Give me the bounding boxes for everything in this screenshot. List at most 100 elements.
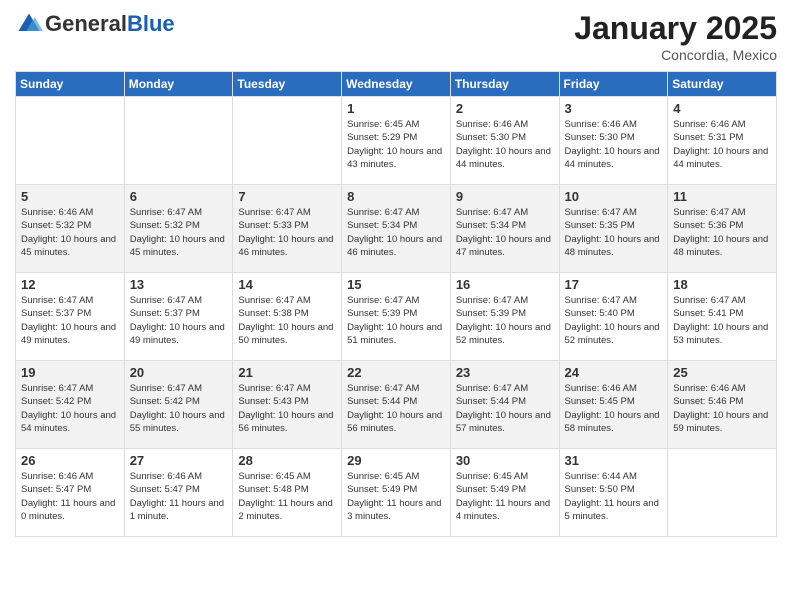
day-info: Sunrise: 6:46 AMSunset: 5:30 PMDaylight:… xyxy=(456,118,554,171)
day-number: 3 xyxy=(565,101,663,116)
day-number: 22 xyxy=(347,365,445,380)
day-number: 8 xyxy=(347,189,445,204)
day-number: 16 xyxy=(456,277,554,292)
day-cell: 21 Sunrise: 6:47 AMSunset: 5:43 PMDayligh… xyxy=(233,361,342,449)
day-cell: 30 Sunrise: 6:45 AMSunset: 5:49 PMDayligh… xyxy=(450,449,559,537)
day-number: 17 xyxy=(565,277,663,292)
day-number: 9 xyxy=(456,189,554,204)
day-number: 14 xyxy=(238,277,336,292)
weekday-header-monday: Monday xyxy=(124,72,233,97)
day-info: Sunrise: 6:44 AMSunset: 5:50 PMDaylight:… xyxy=(565,470,663,523)
day-number: 31 xyxy=(565,453,663,468)
day-number: 12 xyxy=(21,277,119,292)
day-number: 1 xyxy=(347,101,445,116)
week-row-4: 19 Sunrise: 6:47 AMSunset: 5:42 PMDayligh… xyxy=(16,361,777,449)
day-info: Sunrise: 6:45 AMSunset: 5:29 PMDaylight:… xyxy=(347,118,445,171)
day-cell: 11 Sunrise: 6:47 AMSunset: 5:36 PMDayligh… xyxy=(668,185,777,273)
week-row-2: 5 Sunrise: 6:46 AMSunset: 5:32 PMDaylight… xyxy=(16,185,777,273)
day-number: 18 xyxy=(673,277,771,292)
day-cell: 14Sunrise: 6:47 AMSunset: 5:38 PMDayligh… xyxy=(233,273,342,361)
day-info: Sunrise: 6:46 AMSunset: 5:47 PMDaylight:… xyxy=(130,470,228,523)
weekday-header-row: SundayMondayTuesdayWednesdayThursdayFrid… xyxy=(16,72,777,97)
day-cell: 26 Sunrise: 6:46 AMSunset: 5:47 PMDayligh… xyxy=(16,449,125,537)
day-info: Sunrise: 6:46 AMSunset: 5:31 PMDaylight:… xyxy=(673,118,771,171)
location: Concordia, Mexico xyxy=(574,47,777,63)
weekday-header-saturday: Saturday xyxy=(668,72,777,97)
day-cell: 4 Sunrise: 6:46 AMSunset: 5:31 PMDaylight… xyxy=(668,97,777,185)
day-cell: 27 Sunrise: 6:46 AMSunset: 5:47 PMDayligh… xyxy=(124,449,233,537)
day-cell: 2 Sunrise: 6:46 AMSunset: 5:30 PMDaylight… xyxy=(450,97,559,185)
day-info: Sunrise: 6:47 AMSunset: 5:44 PMDaylight:… xyxy=(456,382,554,435)
day-number: 5 xyxy=(21,189,119,204)
day-info: Sunrise: 6:47 AMSunset: 5:37 PMDaylight:… xyxy=(21,294,119,347)
day-info: Sunrise: 6:47 AMSunset: 5:42 PMDaylight:… xyxy=(21,382,119,435)
day-number: 13 xyxy=(130,277,228,292)
day-cell: 9Sunrise: 6:47 AMSunset: 5:34 PMDaylight… xyxy=(450,185,559,273)
day-cell: 13Sunrise: 6:47 AMSunset: 5:37 PMDayligh… xyxy=(124,273,233,361)
day-info: Sunrise: 6:47 AMSunset: 5:39 PMDaylight:… xyxy=(347,294,445,347)
day-cell: 17 Sunrise: 6:47 AMSunset: 5:40 PMDayligh… xyxy=(559,273,668,361)
day-info: Sunrise: 6:46 AMSunset: 5:47 PMDaylight:… xyxy=(21,470,119,523)
day-cell xyxy=(233,97,342,185)
day-number: 7 xyxy=(238,189,336,204)
day-cell xyxy=(124,97,233,185)
day-cell: 16 Sunrise: 6:47 AMSunset: 5:39 PMDayligh… xyxy=(450,273,559,361)
title-block: January 2025 Concordia, Mexico xyxy=(574,10,777,63)
day-cell: 29 Sunrise: 6:45 AMSunset: 5:49 PMDayligh… xyxy=(342,449,451,537)
day-cell xyxy=(668,449,777,537)
day-cell xyxy=(16,97,125,185)
day-info: Sunrise: 6:45 AMSunset: 5:49 PMDaylight:… xyxy=(456,470,554,523)
weekday-header-sunday: Sunday xyxy=(16,72,125,97)
weekday-header-friday: Friday xyxy=(559,72,668,97)
day-cell: 18Sunrise: 6:47 AMSunset: 5:41 PMDayligh… xyxy=(668,273,777,361)
day-cell: 12 Sunrise: 6:47 AMSunset: 5:37 PMDayligh… xyxy=(16,273,125,361)
day-info: Sunrise: 6:47 AMSunset: 5:42 PMDaylight:… xyxy=(130,382,228,435)
day-cell: 28 Sunrise: 6:45 AMSunset: 5:48 PMDayligh… xyxy=(233,449,342,537)
page-header: GeneralBlue January 2025 Concordia, Mexi… xyxy=(15,10,777,63)
day-cell: 10Sunrise: 6:47 AMSunset: 5:35 PMDayligh… xyxy=(559,185,668,273)
day-cell: 25 Sunrise: 6:46 AMSunset: 5:46 PMDayligh… xyxy=(668,361,777,449)
day-number: 19 xyxy=(21,365,119,380)
day-cell: 6 Sunrise: 6:47 AMSunset: 5:32 PMDaylight… xyxy=(124,185,233,273)
day-number: 28 xyxy=(238,453,336,468)
day-info: Sunrise: 6:46 AMSunset: 5:30 PMDaylight:… xyxy=(565,118,663,171)
day-cell: 3 Sunrise: 6:46 AMSunset: 5:30 PMDaylight… xyxy=(559,97,668,185)
day-number: 15 xyxy=(347,277,445,292)
day-info: Sunrise: 6:47 AMSunset: 5:32 PMDaylight:… xyxy=(130,206,228,259)
day-number: 20 xyxy=(130,365,228,380)
day-info: Sunrise: 6:45 AMSunset: 5:49 PMDaylight:… xyxy=(347,470,445,523)
day-cell: 15 Sunrise: 6:47 AMSunset: 5:39 PMDayligh… xyxy=(342,273,451,361)
day-info: Sunrise: 6:47 AMSunset: 5:39 PMDaylight:… xyxy=(456,294,554,347)
day-cell: 31 Sunrise: 6:44 AMSunset: 5:50 PMDayligh… xyxy=(559,449,668,537)
day-info: Sunrise: 6:46 AMSunset: 5:32 PMDaylight:… xyxy=(21,206,119,259)
day-info: Sunrise: 6:47 AMSunset: 5:43 PMDaylight:… xyxy=(238,382,336,435)
weekday-header-wednesday: Wednesday xyxy=(342,72,451,97)
day-info: Sunrise: 6:47 AMSunset: 5:40 PMDaylight:… xyxy=(565,294,663,347)
week-row-5: 26 Sunrise: 6:46 AMSunset: 5:47 PMDayligh… xyxy=(16,449,777,537)
day-info: Sunrise: 6:47 AMSunset: 5:36 PMDaylight:… xyxy=(673,206,771,259)
day-number: 30 xyxy=(456,453,554,468)
day-number: 23 xyxy=(456,365,554,380)
day-info: Sunrise: 6:47 AMSunset: 5:35 PMDaylight:… xyxy=(565,206,663,259)
day-info: Sunrise: 6:47 AMSunset: 5:44 PMDaylight:… xyxy=(347,382,445,435)
day-number: 25 xyxy=(673,365,771,380)
day-number: 11 xyxy=(673,189,771,204)
logo: GeneralBlue xyxy=(15,10,175,38)
day-info: Sunrise: 6:47 AMSunset: 5:34 PMDaylight:… xyxy=(347,206,445,259)
day-number: 6 xyxy=(130,189,228,204)
day-number: 24 xyxy=(565,365,663,380)
day-number: 2 xyxy=(456,101,554,116)
logo-icon xyxy=(15,10,43,38)
day-cell: 7Sunrise: 6:47 AMSunset: 5:33 PMDaylight… xyxy=(233,185,342,273)
weekday-header-tuesday: Tuesday xyxy=(233,72,342,97)
day-number: 29 xyxy=(347,453,445,468)
day-info: Sunrise: 6:46 AMSunset: 5:46 PMDaylight:… xyxy=(673,382,771,435)
day-number: 26 xyxy=(21,453,119,468)
day-cell: 5 Sunrise: 6:46 AMSunset: 5:32 PMDaylight… xyxy=(16,185,125,273)
day-number: 27 xyxy=(130,453,228,468)
day-cell: 24Sunrise: 6:46 AMSunset: 5:45 PMDayligh… xyxy=(559,361,668,449)
day-number: 4 xyxy=(673,101,771,116)
day-number: 21 xyxy=(238,365,336,380)
week-row-3: 12 Sunrise: 6:47 AMSunset: 5:37 PMDayligh… xyxy=(16,273,777,361)
day-info: Sunrise: 6:45 AMSunset: 5:48 PMDaylight:… xyxy=(238,470,336,523)
